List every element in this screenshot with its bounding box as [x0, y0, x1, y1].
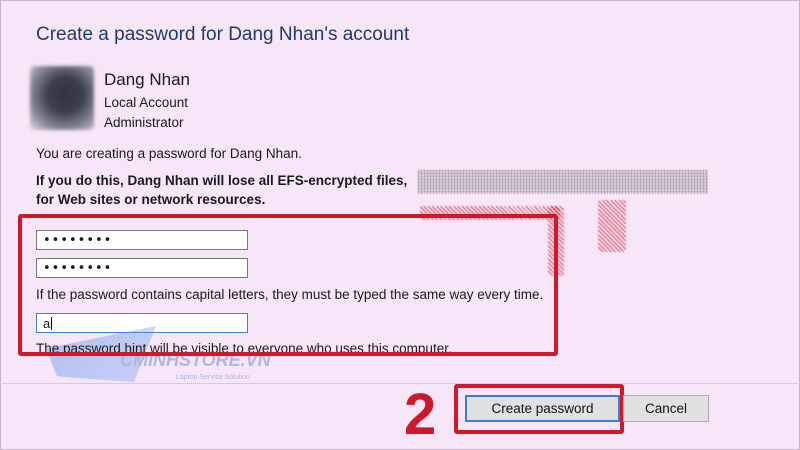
dialog-title: Create a password for Dang Nhan's accoun…: [36, 24, 410, 45]
footer-separator: [0, 383, 800, 384]
account-type: Local Account: [104, 95, 189, 110]
user-name: Dang Nhan: [104, 70, 191, 89]
intro-text: You are creating a password for Dang Nha…: [36, 146, 302, 161]
warning-text-line1: If you do this, Dang Nhan will lose all …: [36, 173, 408, 188]
redaction-scribble: [598, 200, 626, 252]
cancel-button[interactable]: Cancel: [623, 395, 709, 422]
step-number-label: 2: [404, 382, 437, 447]
redacted-text: [418, 170, 708, 194]
account-role: Administrator: [104, 115, 184, 130]
create-password-button[interactable]: Create password: [465, 395, 620, 422]
user-avatar: [30, 66, 94, 130]
fields-highlight-box: [18, 214, 558, 356]
warning-text-line2: for Web sites or network resources.: [36, 192, 266, 207]
watermark-tagline: Laptop Service Solution: [176, 374, 250, 381]
